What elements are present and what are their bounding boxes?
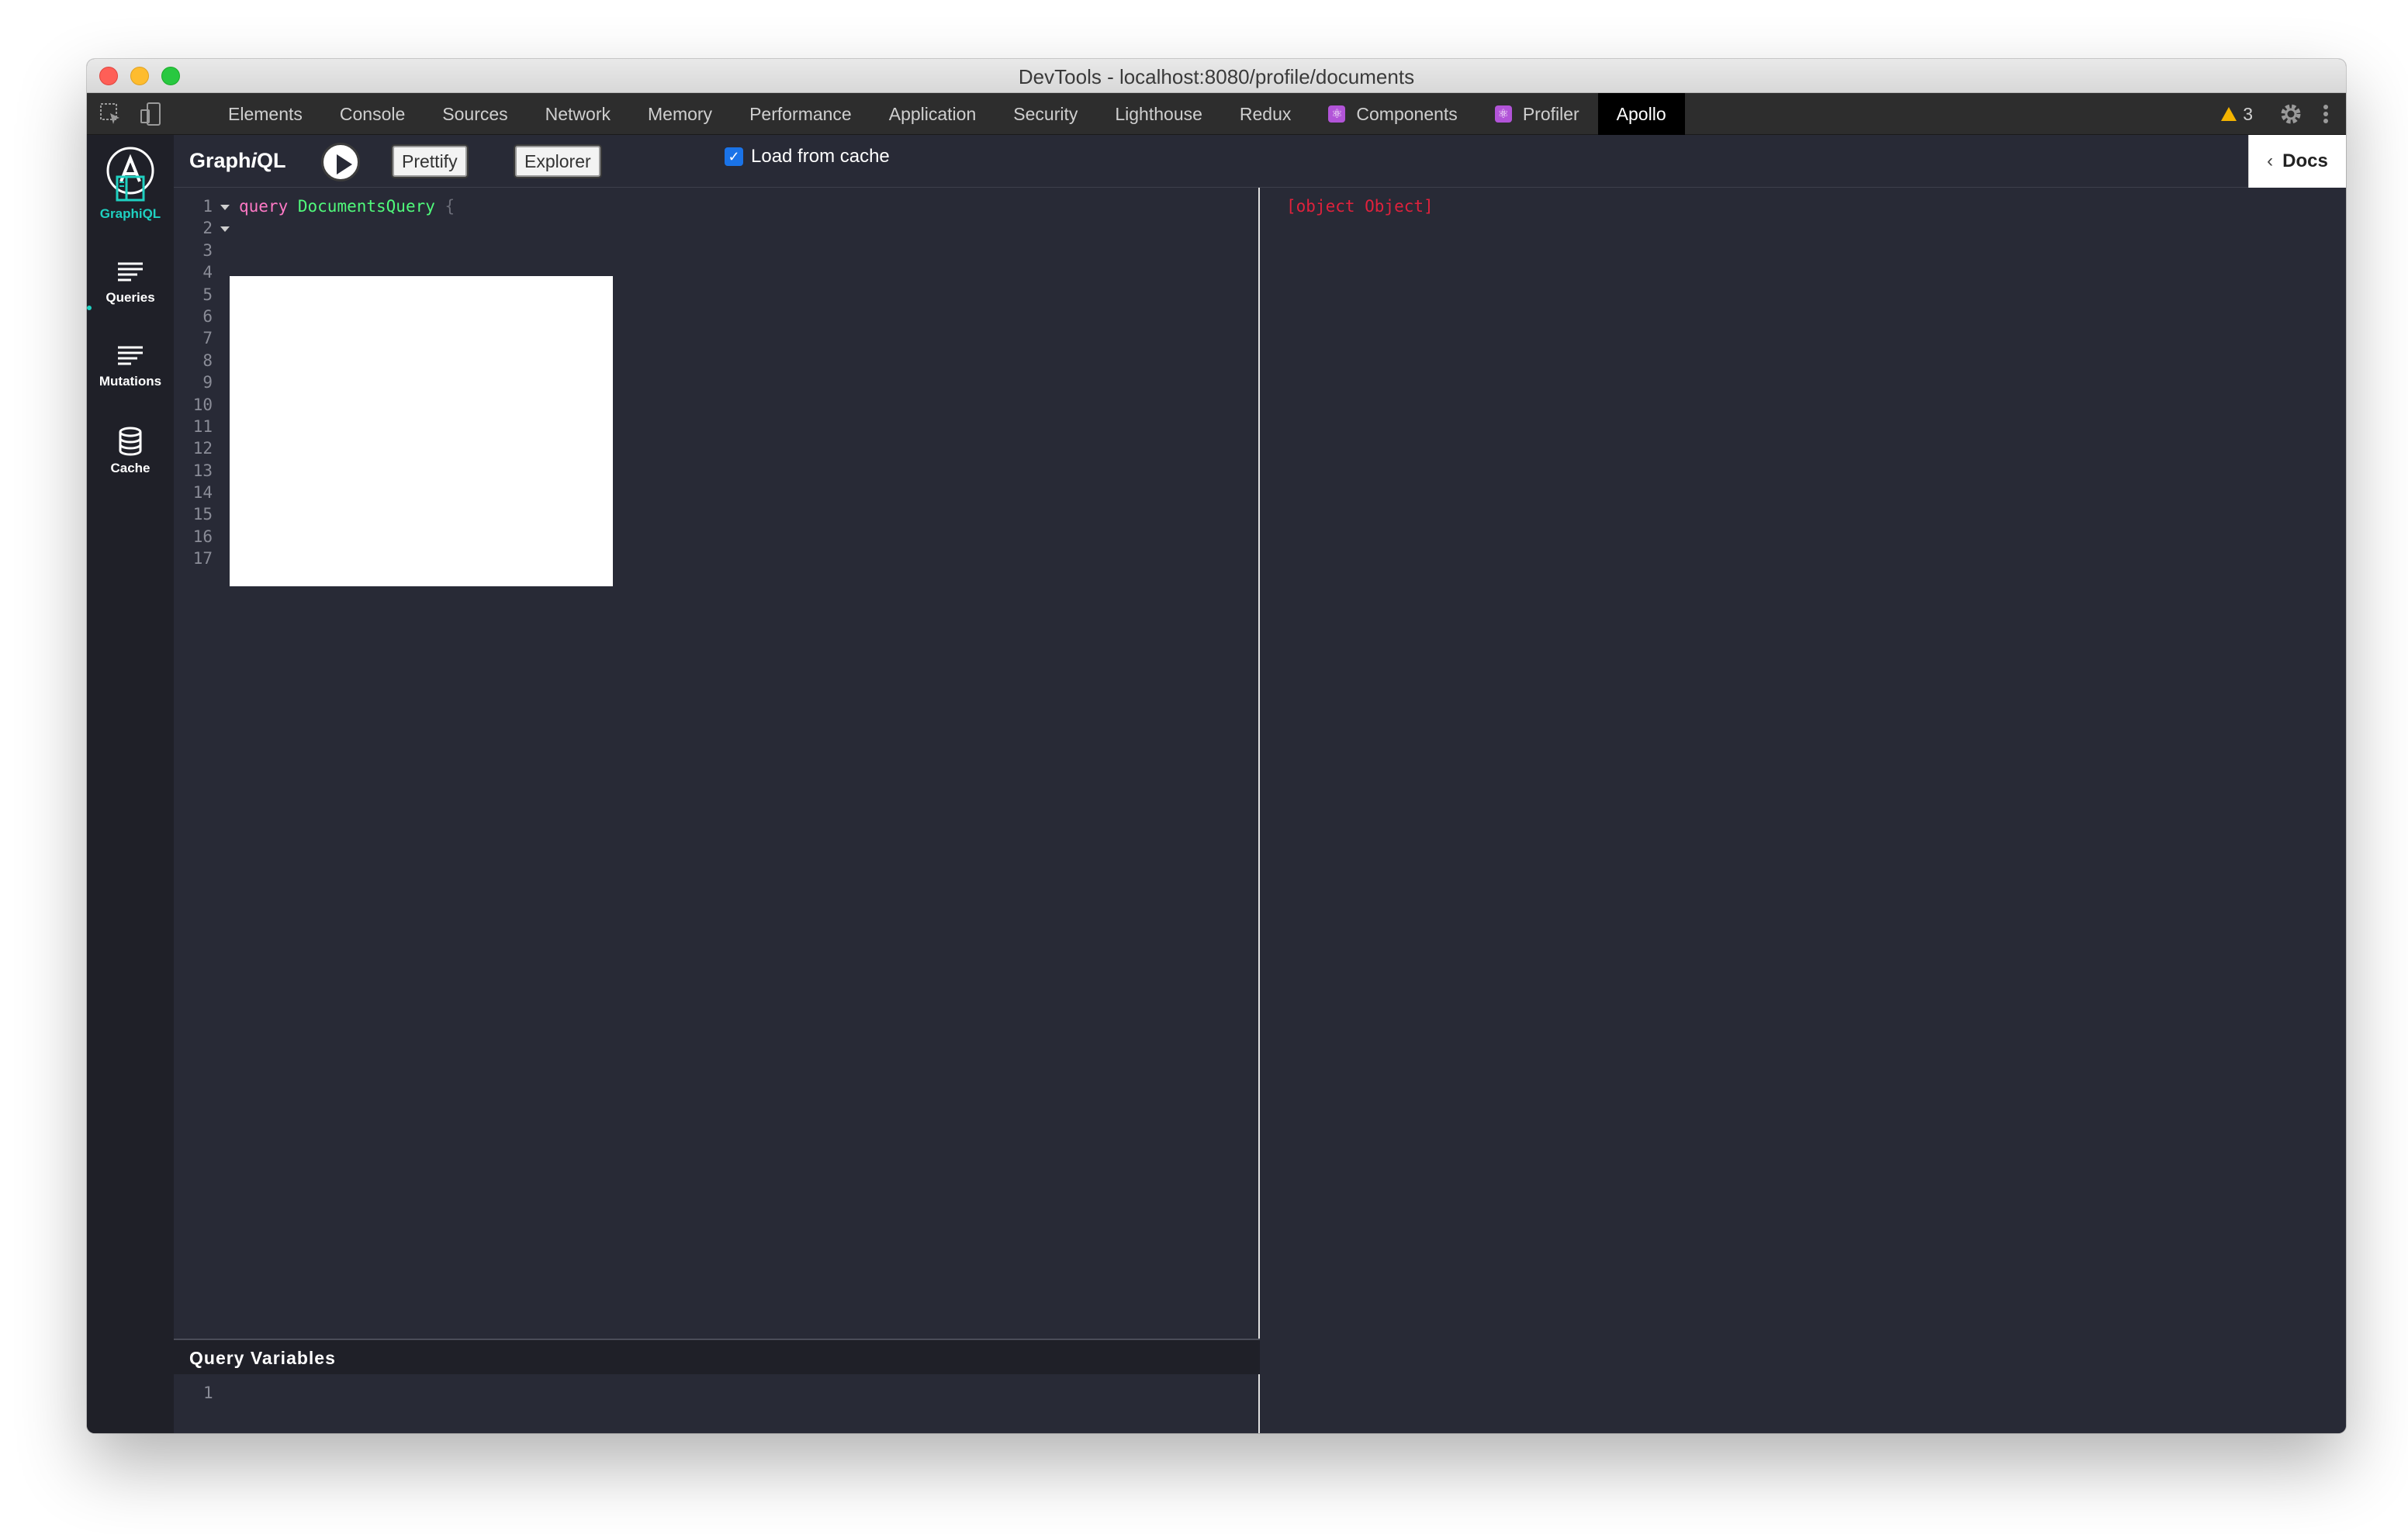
line-number: 1 [203,1384,213,1402]
explorer-button[interactable]: Explorer [515,146,600,177]
sidebar-item-mutations[interactable]: Mutations [87,343,174,389]
query-variables-header[interactable]: Query Variables [174,1339,1260,1374]
graphiql-toolbar: GraphiQL Prettify Explorer ✓ Load from c… [174,135,2346,188]
warnings-count: 3 [2243,103,2253,124]
devtools-tab-label: Console [339,103,406,124]
sidebar-item-cache[interactable]: Cache [87,427,174,476]
graphiql-title-main: Graph [189,149,251,172]
line-number: 7 [202,329,213,348]
device-toolbar-icon[interactable] [138,101,164,127]
cache-icon [119,427,142,456]
docs-label: Docs [2282,150,2328,171]
result-text: [object Object] [1286,197,1434,216]
devtools-tab-performance[interactable]: Performance [731,93,870,135]
devtools-tab-label: Profiler [1522,103,1579,124]
line-number: 13 [192,461,213,480]
devtools-tab-apollo[interactable]: Apollo [1597,93,1685,135]
line-number: 10 [192,395,213,414]
line-number: 2 [202,219,213,238]
sidebar-label-mutations: Mutations [99,374,162,389]
sidebar-label-queries: Queries [106,290,155,305]
mutations-icon [118,346,143,365]
more-options-icon[interactable] [2323,102,2329,126]
line-number: 5 [202,285,213,304]
devtools-tab-components[interactable]: ⚛ Components [1310,93,1476,135]
devtools-tab-label: Sources [442,103,508,124]
devtools-tab-label: Components [1356,103,1458,124]
inspect-element-icon[interactable] [98,101,124,127]
queries-icon [118,262,143,282]
react-icon: ⚛ [1494,105,1512,123]
chevron-left-icon: ‹ [2267,150,2274,171]
load-from-cache-checkbox[interactable]: ✓ [725,147,743,166]
prettify-button[interactable]: Prettify [393,146,467,177]
open-brace: { [445,197,455,216]
devtools-tab-label: Security [1013,103,1078,124]
devtools-tab-label: Elements [228,103,303,124]
query-keyword: query [239,197,289,216]
sidebar-label-graphiql: GraphiQL [99,206,161,221]
window-title: DevTools - localhost:8080/profile/docume… [1018,65,1415,88]
fold-arrow-icon[interactable] [220,226,230,232]
settings-gear-icon[interactable] [2279,102,2302,126]
devtools-tab-network[interactable]: Network [527,93,629,135]
devtools-tab-label: Performance [749,103,852,124]
sidebar-item-queries[interactable]: Queries [87,259,174,306]
devtools-window: DevTools - localhost:8080/profile/docume… [87,59,2346,1433]
devtools-tab-elements[interactable]: Elements [209,93,321,135]
line-number: 12 [192,439,213,458]
devtools-tab-lighthouse[interactable]: Lighthouse [1096,93,1221,135]
active-indicator [87,306,92,310]
line-number: 6 [202,306,213,326]
devtools-tab-label: Lighthouse [1115,103,1202,124]
line-number: 17 [192,549,213,568]
react-icon: ⚛ [1328,105,1346,123]
warnings-counter[interactable]: 3 [2221,104,2253,125]
line-number: 14 [192,483,213,503]
devtools-tab-bar: Elements Console Sources Network Memory Perfo… [87,93,2346,135]
line-number: 15 [192,505,213,524]
redacted-region [230,276,613,586]
graphiql-icon [116,175,145,202]
line-number: 9 [202,373,213,392]
devtools-tab-profiler[interactable]: ⚛ Profiler [1476,93,1598,135]
title-bar: DevTools - localhost:8080/profile/docume… [87,59,2346,93]
result-pane: [object Object] [1260,188,2346,1433]
sidebar-item-graphiql[interactable]: GraphiQL [87,175,174,222]
line-number: 3 [202,240,213,260]
line-number: 16 [192,527,213,546]
query-variables-editor[interactable]: 1 [174,1374,1260,1433]
devtools-tabs: Elements Console Sources Network Memory Perfo… [209,93,1685,135]
devtools-tab-console[interactable]: Console [321,93,424,135]
line-number-gutter: 1 2 3 4 5 6 7 8 9 10 11 12 13 14 15 16 17 [174,195,220,570]
devtools-tab-sources[interactable]: Sources [424,93,526,135]
load-from-cache-label: Load from cache [751,146,890,167]
line-number: 4 [202,263,213,282]
execute-query-button[interactable] [321,143,360,181]
devtools-tab-label: Memory [648,103,713,124]
devtools-tab-label: Redux [1239,103,1292,124]
devtools-tab-label: Apollo [1616,103,1666,124]
apollo-sidebar: GraphiQL Queries Mutations Cache [87,135,174,1433]
docs-button[interactable]: ‹ Docs [2248,135,2346,188]
fold-arrow-icon[interactable] [220,205,230,210]
sidebar-label-cache: Cache [110,461,150,475]
graphiql-title: GraphiQL [189,149,286,173]
query-name: DocumentsQuery [297,197,435,216]
line-number: 1 [202,197,213,216]
devtools-tab-label: Network [545,103,611,124]
devtools-tab-label: Application [888,103,977,124]
line-number: 11 [192,416,213,436]
devtools-tab-application[interactable]: Application [870,93,995,135]
query-variables-title: Query Variables [189,1348,336,1368]
devtools-tab-memory[interactable]: Memory [629,93,731,135]
graphiql-title-end: QL [257,149,286,172]
devtools-tab-security[interactable]: Security [995,93,1096,135]
devtools-tab-redux[interactable]: Redux [1221,93,1310,135]
graphiql-title-italic: i [251,149,258,172]
line-number: 8 [202,351,213,370]
warning-icon [2221,107,2237,121]
